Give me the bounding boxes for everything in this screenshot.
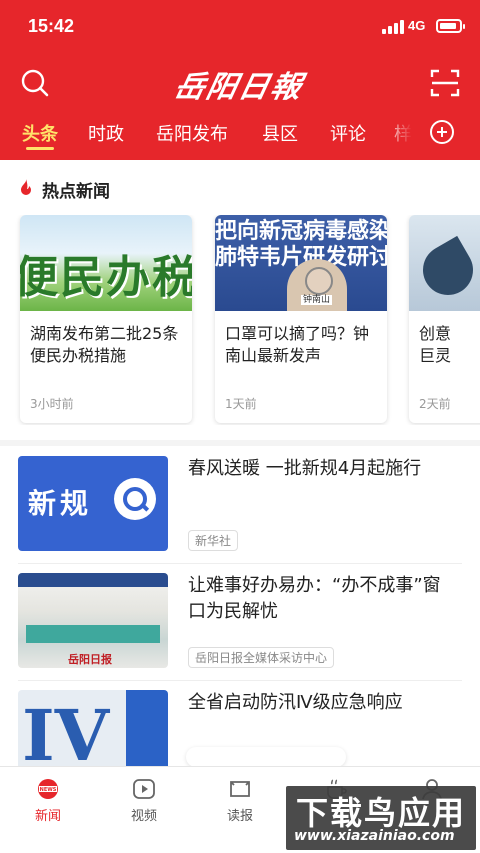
watermark: 下载鸟应用 www.xiazainiao.com xyxy=(286,786,476,850)
news-title: 春风送暖 一批新规4月起施行 xyxy=(188,458,422,479)
tab-yueyang-release[interactable]: 岳阳发布 xyxy=(156,120,228,146)
status-bar: 15:42 4G xyxy=(0,0,480,52)
news-thumbnail: 岳阳日报 xyxy=(18,573,168,668)
watermark-url: www.xiazainiao.com xyxy=(294,828,455,844)
hot-news-section: 热点新闻 便民办税 湖南发布第二批25条便民办税措施 3小时前 把向新冠病毒感染… xyxy=(0,160,480,440)
card-time: 2天前 xyxy=(419,397,451,411)
tab-counties[interactable]: 县区 xyxy=(262,120,298,146)
card-time: 3小时前 xyxy=(30,397,74,411)
news-title: 全省启动防汛Ⅳ级应急响应 xyxy=(188,692,403,713)
tab-headlines[interactable]: 头条 xyxy=(22,120,58,146)
tab-politics[interactable]: 时政 xyxy=(88,120,124,146)
search-icon[interactable] xyxy=(18,66,52,100)
tab-news[interactable]: NEWS 新闻 xyxy=(18,775,78,825)
tab-commentary[interactable]: 评论 xyxy=(330,120,366,146)
tab-read-paper[interactable]: 读报 xyxy=(210,775,270,825)
card-thumbnail: 便民办税 xyxy=(20,215,192,311)
battery-icon xyxy=(436,19,465,33)
list-item[interactable]: 岳阳日报 让难事好办易办：“办不成事”窗口为民解忧 岳阳日报全媒体采访中心 xyxy=(0,563,480,680)
floating-bar xyxy=(186,747,346,767)
channel-fade xyxy=(384,116,424,156)
hot-news-carousel[interactable]: 便民办税 湖南发布第二批25条便民办税措施 3小时前 把向新冠病毒感染 肺特韦片… xyxy=(0,215,480,425)
app-header: 15:42 4G 岳阳日報 头条 时政 岳阳发布 县区 评论 样 xyxy=(0,0,480,160)
news-title: 让难事好办易办：“办不成事”窗口为民解忧 xyxy=(188,575,441,622)
news-list: 新规 春风送暖 一批新规4月起施行 新华社 岳阳日报 让难事好办易办：“办不成事… xyxy=(0,446,480,766)
card-time: 1天前 xyxy=(225,397,257,411)
hot-news-card[interactable]: 便民办税 湖南发布第二批25条便民办税措施 3小时前 xyxy=(20,215,192,423)
news-thumbnail: IV xyxy=(18,690,168,766)
news-source: 岳阳日报全媒体采访中心 xyxy=(188,647,335,668)
active-tab-indicator xyxy=(26,147,54,150)
network-label: 4G xyxy=(408,18,426,33)
app-logo: 岳阳日報 xyxy=(171,70,307,105)
status-time: 15:42 xyxy=(28,16,75,36)
news-source: 新华社 xyxy=(188,530,239,551)
signal-icon xyxy=(382,20,404,34)
newspaper-icon xyxy=(230,781,250,797)
news-thumbnail: 新规 xyxy=(18,456,168,551)
video-play-icon xyxy=(133,779,155,799)
hot-news-title: 热点新闻 xyxy=(42,182,110,202)
card-title: 口罩可以摘了吗？钟南山最新发声 xyxy=(225,324,370,365)
card-title: 湖南发布第二批25条便民办税措施 xyxy=(30,324,179,365)
magnifier-icon xyxy=(114,478,156,520)
channel-tabs: 头条 时政 岳阳发布 县区 评论 样 xyxy=(0,116,480,160)
tab-video[interactable]: 视频 xyxy=(114,775,174,825)
hot-news-card[interactable]: 把向新冠病毒感染 肺特韦片研发研讨 钟南山 口罩可以摘了吗？钟南山最新发声 1天… xyxy=(215,215,387,423)
card-title: 创意巨灵 xyxy=(419,324,452,365)
add-channel-icon[interactable] xyxy=(430,120,454,144)
news-icon: NEWS xyxy=(38,779,58,799)
hot-news-card[interactable]: 创意巨灵 2天前 xyxy=(409,215,480,423)
list-item[interactable]: 新规 春风送暖 一批新规4月起施行 新华社 xyxy=(0,446,480,563)
scan-icon[interactable] xyxy=(428,66,462,100)
fire-icon xyxy=(21,179,31,195)
card-thumbnail xyxy=(409,215,480,311)
card-thumbnail: 把向新冠病毒感染 肺特韦片研发研讨 钟南山 xyxy=(215,215,387,311)
svg-text:NEWS: NEWS xyxy=(40,787,57,793)
